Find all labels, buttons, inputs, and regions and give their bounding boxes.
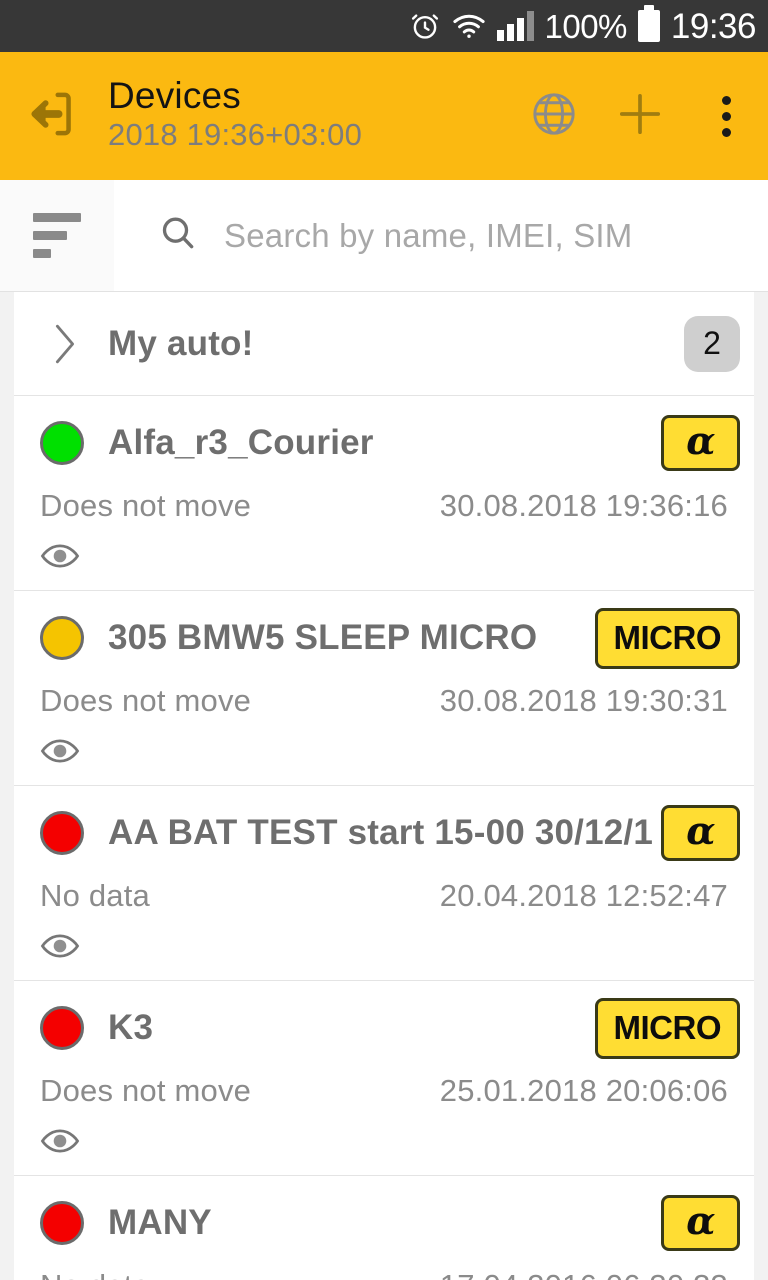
device-name-label: Alfa_r3_Courier — [108, 423, 374, 462]
device-row-actions — [40, 926, 740, 970]
eye-icon[interactable] — [40, 1127, 80, 1160]
device-row-header: AA BAT TEST start 15-00 30/12/1 α — [40, 802, 740, 864]
device-motion-status: No data — [40, 1268, 150, 1280]
page-title: Devices — [108, 77, 241, 117]
status-bar: 100% 19:36 — [0, 0, 768, 52]
device-list-scroll[interactable]: My auto! 2 Alfa_r3_Courier α Does not move… — [0, 292, 768, 1280]
eye-icon[interactable] — [40, 932, 80, 965]
device-row-header: 305 BMW5 SLEEP MICRO MICRO — [40, 607, 740, 669]
status-offline-indicator — [40, 811, 84, 855]
device-timestamp: 30.08.2018 19:36:16 — [439, 488, 728, 523]
device-name-label: 305 BMW5 SLEEP MICRO — [108, 618, 538, 657]
eye-icon[interactable] — [40, 542, 80, 575]
group-count-badge: 2 — [684, 315, 740, 372]
plus-icon — [614, 88, 666, 145]
app-bar: Devices 2018 19:36+03:00 — [0, 52, 768, 180]
device-row[interactable]: MANY α No data 17.04.2016 06:30:33 — [14, 1176, 754, 1280]
group-row-my-auto[interactable]: My auto! 2 — [14, 292, 754, 396]
alarm-clock-icon — [409, 10, 441, 42]
overflow-menu-button[interactable] — [700, 90, 752, 142]
device-timestamp: 17.04.2016 06:30:33 — [440, 1268, 728, 1280]
device-timestamp: 30.08.2018 19:30:31 — [439, 683, 728, 718]
device-timestamp: 20.04.2018 12:52:47 — [439, 878, 728, 913]
device-name-label: AA BAT TEST start 15-00 30/12/1 — [108, 813, 654, 852]
status-online-indicator — [40, 421, 84, 465]
device-row-actions — [40, 731, 740, 775]
device-row-meta: No data 20.04.2018 12:52:47 — [40, 878, 740, 914]
device-row-meta: No data 17.04.2016 06:30:33 — [40, 1268, 740, 1280]
cellular-signal-icon — [496, 11, 534, 41]
device-row-header: MANY α — [40, 1192, 740, 1254]
battery-full-icon — [637, 5, 660, 42]
device-row-meta: Does not move 25.01.2018 20:06:06 — [40, 1073, 740, 1109]
device-type-badge: MICRO — [594, 997, 740, 1059]
search-field-container[interactable]: Search by name, IMEI, SIM — [114, 180, 768, 291]
more-vertical-icon — [721, 95, 731, 137]
back-button[interactable] — [20, 85, 82, 147]
device-row-actions — [40, 1121, 740, 1165]
status-idle-indicator — [40, 616, 84, 660]
add-device-button[interactable] — [614, 90, 666, 142]
battery-percent-label: 100% — [544, 7, 628, 45]
status-clock: 19:36 — [670, 6, 757, 46]
globe-icon — [529, 89, 579, 144]
page-subtitle: 2018 19:36+03:00 — [108, 117, 363, 153]
device-row[interactable]: 305 BMW5 SLEEP MICRO MICRO Does not move 30… — [14, 591, 754, 786]
wifi-icon — [452, 12, 486, 40]
device-row-actions — [40, 536, 740, 580]
exit-back-icon — [24, 87, 78, 146]
device-list-screen: 100% 19:36 Devices 2018 19:36+03:00 Sear… — [0, 0, 768, 1280]
device-type-badge: MICRO — [594, 607, 740, 669]
device-name-label: MANY — [108, 1203, 212, 1242]
eye-icon[interactable] — [40, 737, 80, 770]
language-button[interactable] — [528, 90, 580, 142]
search-bar: Search by name, IMEI, SIM — [0, 180, 768, 292]
device-row[interactable]: K3 MICRO Does not move 25.01.2018 20:06:06 — [14, 981, 754, 1176]
status-offline-indicator — [40, 1006, 84, 1050]
device-row-header: Alfa_r3_Courier α — [40, 412, 740, 474]
device-row-meta: Does not move 30.08.2018 19:36:16 — [40, 488, 740, 524]
device-motion-status: Does not move — [40, 488, 252, 523]
filter-button[interactable] — [0, 180, 114, 291]
device-type-badge: α — [661, 1195, 740, 1251]
device-motion-status: Does not move — [40, 683, 252, 718]
device-row[interactable]: AA BAT TEST start 15-00 30/12/1 α No data 2… — [14, 786, 754, 981]
device-motion-status: Does not move — [40, 1073, 252, 1108]
group-name-label: My auto! — [108, 323, 254, 363]
device-row[interactable]: Alfa_r3_Courier α Does not move 30.08.2018 … — [14, 396, 754, 591]
status-offline-indicator — [40, 1201, 84, 1245]
device-type-badge: α — [661, 415, 740, 471]
device-type-badge: α — [661, 805, 740, 861]
filter-sort-icon — [33, 213, 81, 258]
device-row-meta: Does not move 30.08.2018 19:30:31 — [40, 683, 740, 719]
search-icon — [158, 213, 198, 258]
chevron-right-icon — [48, 322, 82, 366]
device-name-label: K3 — [108, 1008, 154, 1047]
app-bar-actions — [528, 90, 752, 142]
device-timestamp: 25.01.2018 20:06:06 — [439, 1073, 728, 1108]
device-row-header: K3 MICRO — [40, 997, 740, 1059]
device-motion-status: No data — [40, 878, 150, 913]
search-input[interactable]: Search by name, IMEI, SIM — [224, 217, 632, 255]
device-rows-container: Alfa_r3_Courier α Does not move 30.08.2018 … — [14, 396, 754, 1280]
device-list: My auto! 2 Alfa_r3_Courier α Does not move… — [14, 292, 754, 1280]
title-block: Devices 2018 19:36+03:00 — [108, 77, 518, 155]
